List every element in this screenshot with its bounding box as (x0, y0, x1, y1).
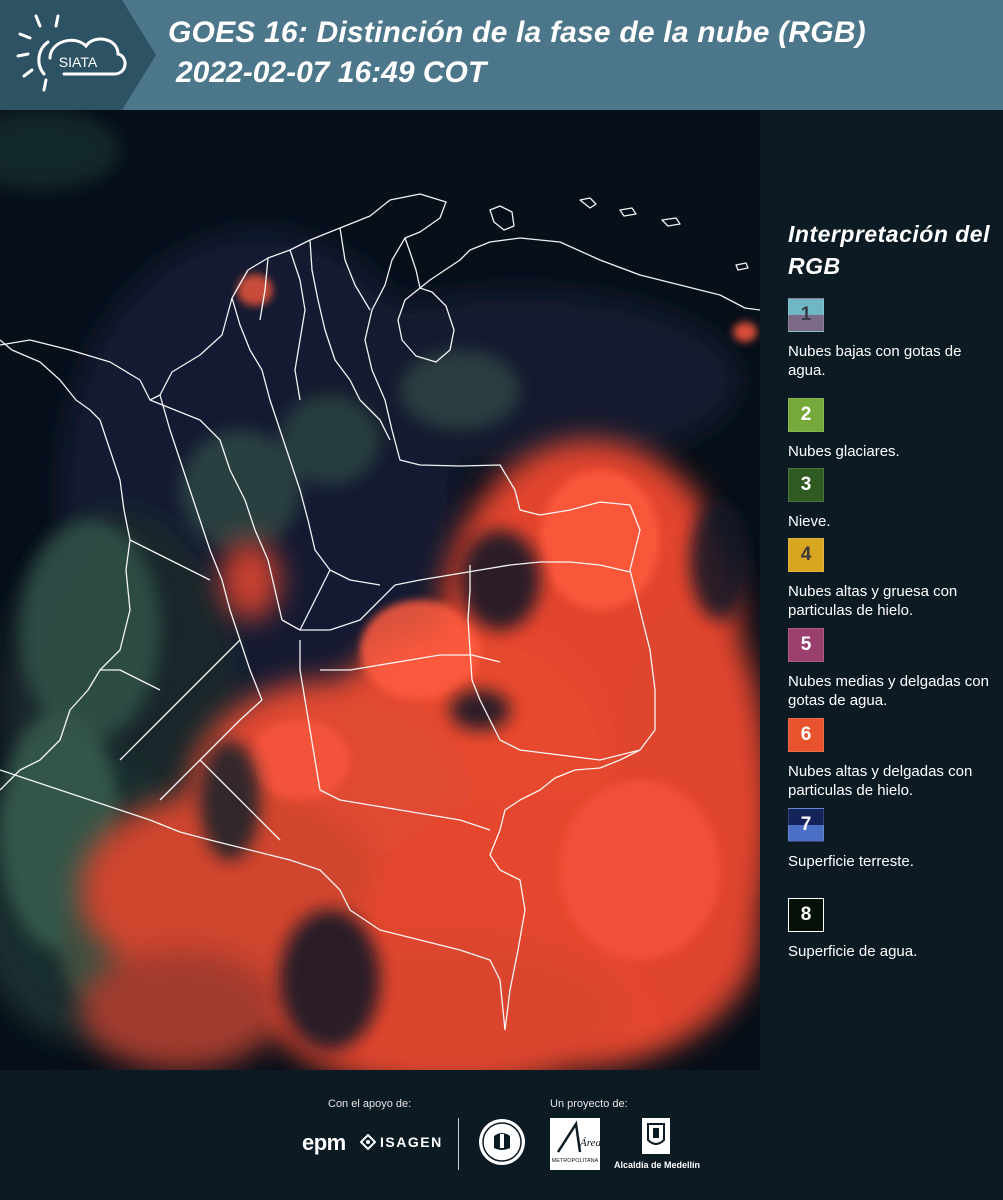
support-label: Con el apoyo de: (328, 1098, 412, 1110)
epm-logo: epm (302, 1130, 346, 1155)
footer-divider (458, 1118, 459, 1170)
legend-item: 7 Superficie terreste. (788, 808, 1000, 871)
legend-item: 6 Nubes altas y delgadas con particulas d… (788, 718, 1000, 800)
legend-label: Superficie terreste. (788, 853, 914, 870)
legend-swatch: 7 (788, 808, 824, 842)
isagen-mark-icon (360, 1134, 376, 1150)
legend-swatch: 2 (788, 398, 824, 432)
map-title: GOES 16: Distinción de la fase de la nub… (168, 16, 866, 49)
legend-label: Superficie de agua. (788, 943, 918, 960)
siata-logo-icon: SIATA (16, 14, 127, 92)
svg-text:METROPOLITANA: METROPOLITANA (552, 1158, 599, 1164)
legend-swatch: 6 (788, 718, 824, 752)
legend-panel: Interpretación del RGB 1 Nubes bajas con … (760, 110, 1003, 1070)
isagen-logo: ISAGEN (360, 1134, 443, 1150)
project-label: Un proyecto de: (550, 1098, 628, 1110)
svg-text:Área: Área (579, 1137, 600, 1149)
area-metropolitana-logo: Área METROPOLITANA (550, 1118, 600, 1170)
legend-item: 8 Superficie de agua. (788, 898, 1000, 961)
header-bar: SIATA GOES 16: Distinción de la fase de … (0, 0, 1003, 110)
satellite-map (0, 110, 760, 1070)
legend-label: Nubes altas y gruesa con particulas de h… (788, 583, 958, 619)
legend-swatch: 8 (788, 898, 824, 932)
legend-item: 4 Nubes altas y gruesa con particulas de … (788, 538, 1000, 620)
legend-label: Nubes medias y delgadas con gotas de agu… (788, 673, 989, 709)
footer: Con el apoyo de: Un proyecto de: epm ISA… (0, 1070, 1003, 1200)
legend-swatch: 1 (788, 298, 824, 332)
legend-item: 2 Nubes glaciares. (788, 398, 1000, 461)
alcaldia-shield-icon (642, 1118, 670, 1154)
seal-icon (479, 1119, 525, 1165)
satellite-imagery (0, 110, 760, 1070)
isagen-label: ISAGEN (380, 1134, 443, 1150)
legend-item: 1 Nubes bajas con gotas de agua. (788, 298, 1000, 380)
legend-title: Interpretación del RGB (788, 221, 990, 279)
legend-swatch: 3 (788, 468, 824, 502)
svg-text:SIATA: SIATA (59, 54, 98, 70)
alcaldia-label: Alcaldía de Medellín (614, 1160, 701, 1170)
legend-item: 3 Nieve. (788, 468, 1000, 531)
legend-label: Nieve. (788, 513, 831, 530)
map-timestamp: 2022-02-07 16:49 COT (176, 56, 487, 89)
legend-label: Nubes glaciares. (788, 443, 900, 460)
legend-label: Nubes bajas con gotas de agua. (788, 343, 962, 379)
legend-swatch: 5 (788, 628, 824, 662)
legend-item: 5 Nubes medias y delgadas con gotas de ag… (788, 628, 1000, 710)
legend-label: Nubes altas y delgadas con particulas de… (788, 763, 973, 799)
legend-swatch: 4 (788, 538, 824, 572)
